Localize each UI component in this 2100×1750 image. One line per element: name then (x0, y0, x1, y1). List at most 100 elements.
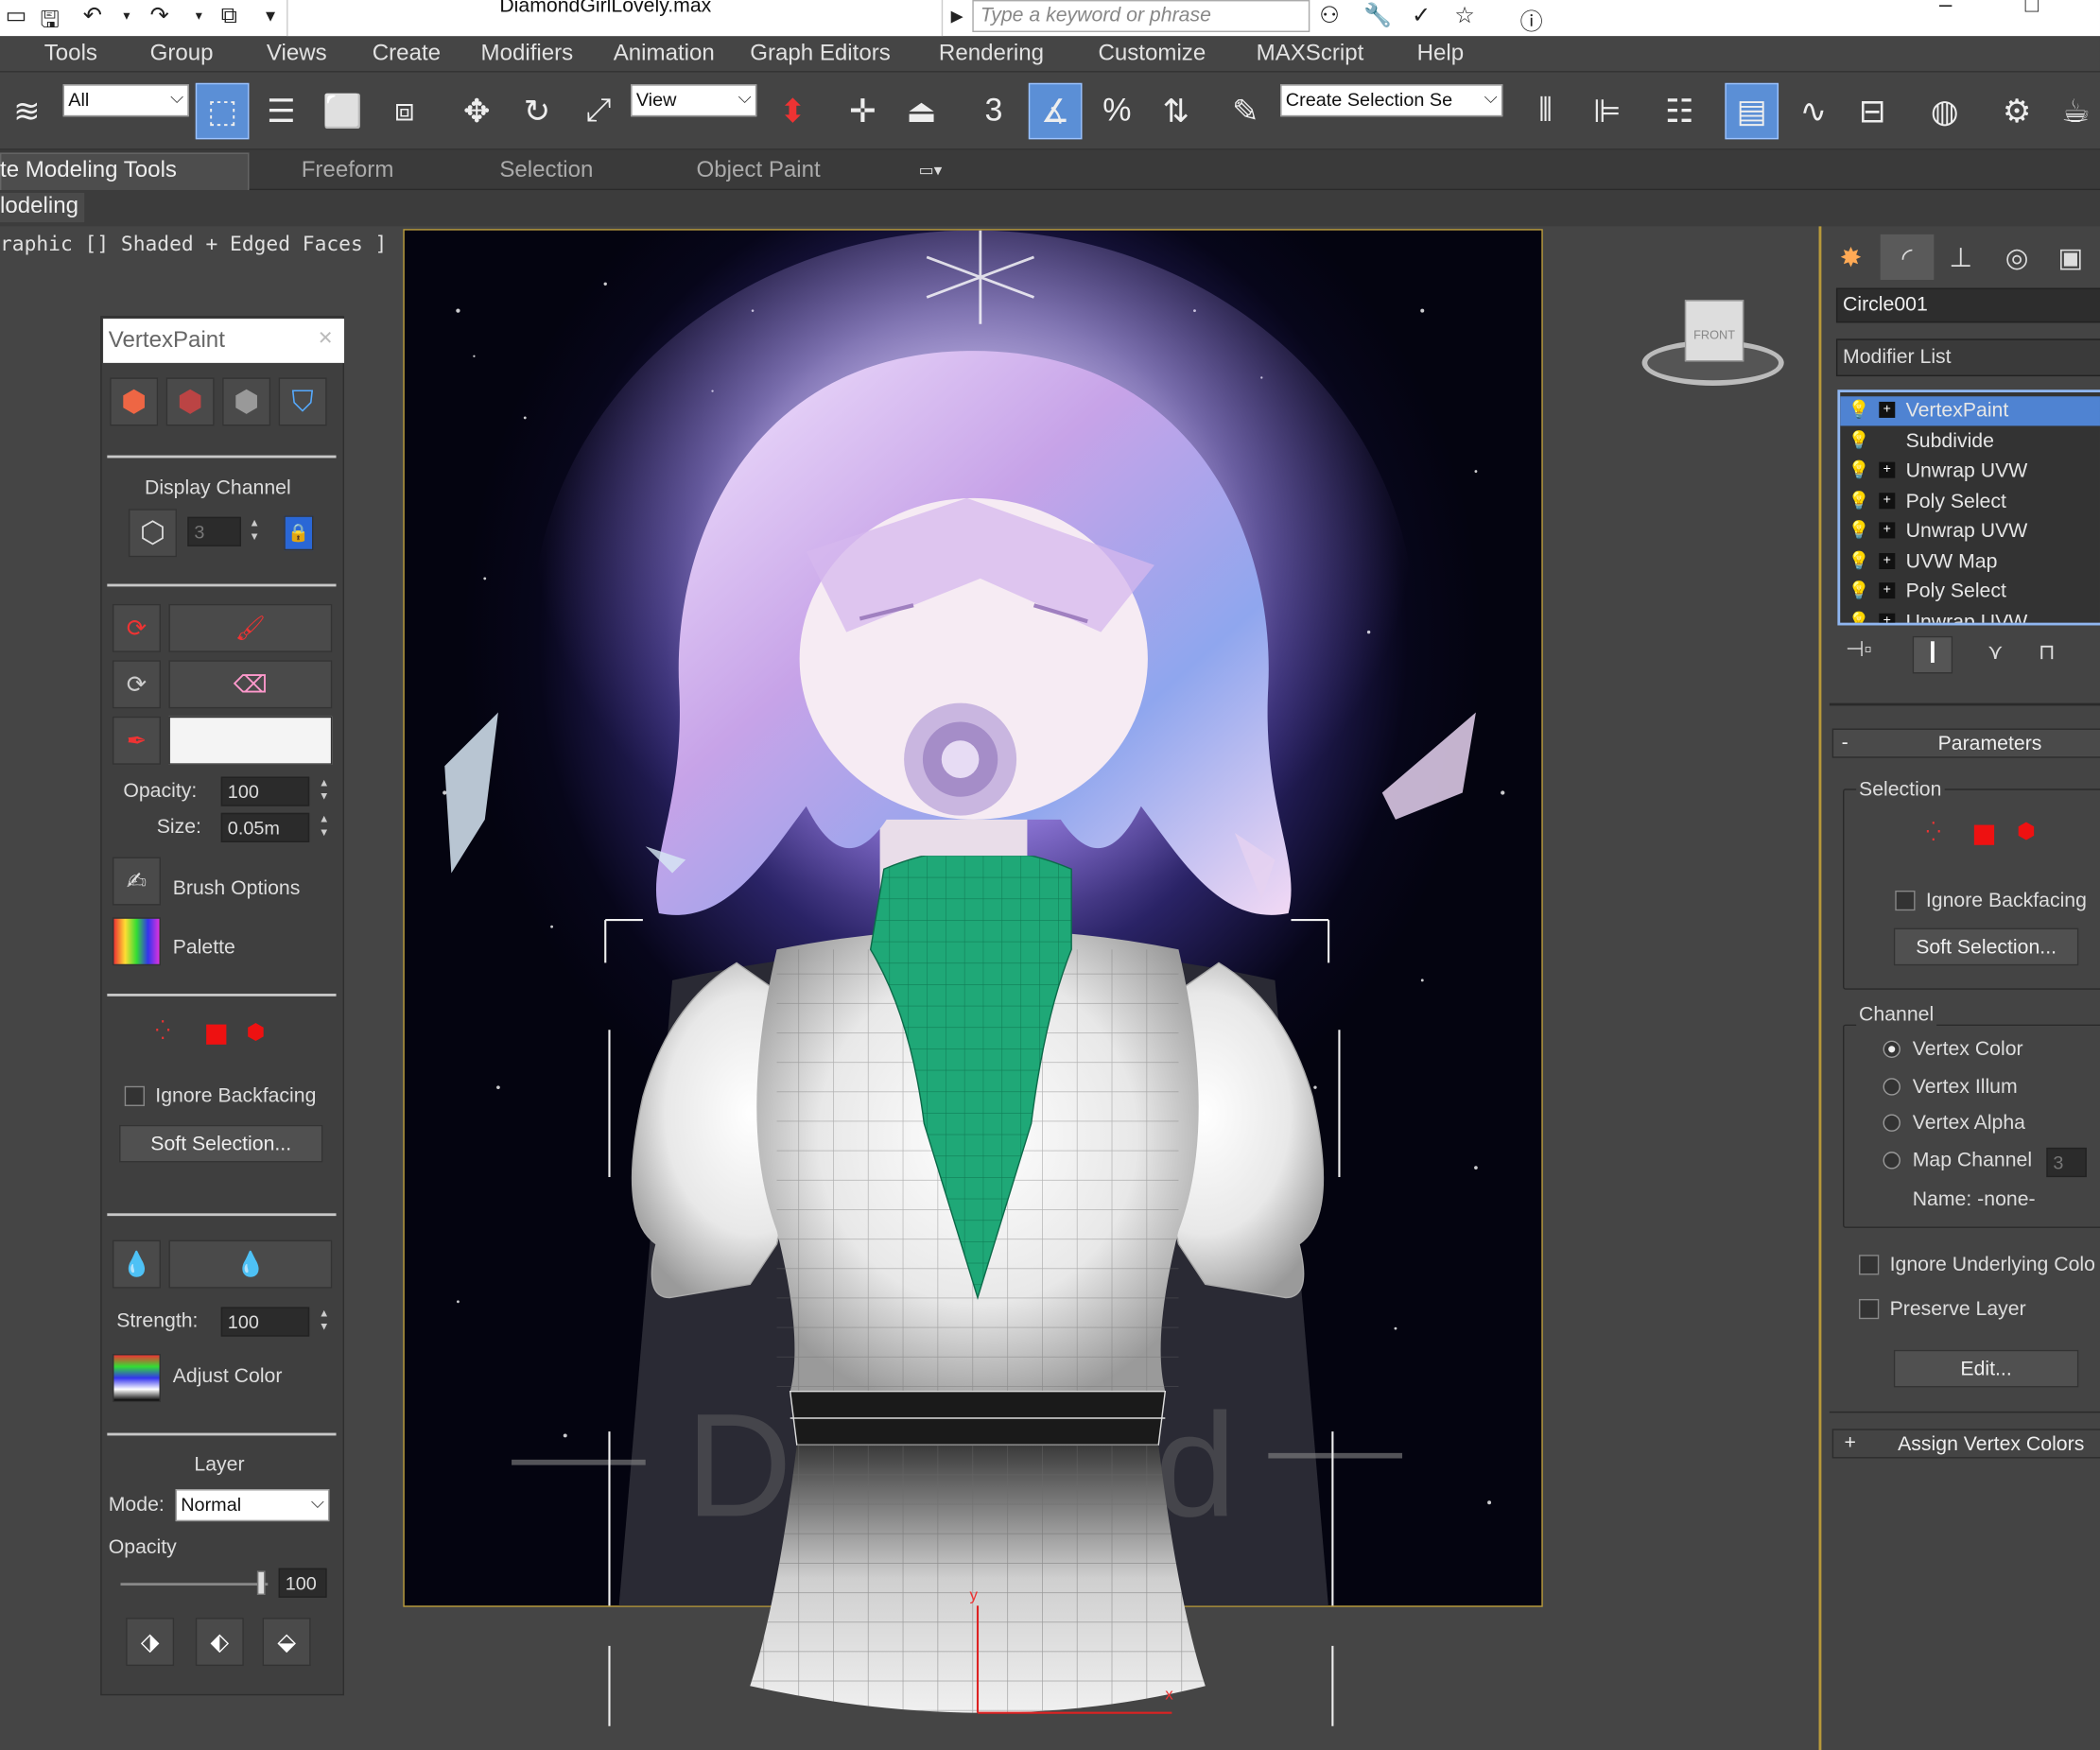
reference-coordinate-dropdown[interactable]: View ⌵ (631, 84, 757, 117)
schematic-view-icon[interactable]: ⊟ (1846, 83, 1900, 139)
rectangle-selection-icon[interactable]: ⬜ (316, 83, 370, 139)
remove-modifier-icon[interactable]: ⊓ (2039, 639, 2056, 666)
named-selection-dropdown[interactable]: Create Selection Se ⌵ (1280, 84, 1503, 117)
menu-animation[interactable]: Animation (614, 40, 715, 66)
element-selection-icon[interactable]: ⬢ (247, 1019, 266, 1046)
bind-space-warp-icon[interactable]: ≋ (0, 83, 54, 139)
shirt-mesh[interactable]: y x (589, 856, 1366, 1740)
display-tab-icon[interactable]: ▣ (2044, 234, 2098, 280)
favorites-icon[interactable]: ☆ (1454, 3, 1475, 29)
viewcube-front-face[interactable]: FRONT (1684, 300, 1744, 362)
select-object-icon[interactable]: ⬚ (195, 82, 250, 140)
brush-options-label[interactable]: Brush Options (173, 877, 301, 900)
soft-selection-button[interactable]: Soft Selection... (119, 1124, 323, 1163)
parameters-rollup-header[interactable]: - Parameters (1831, 728, 2100, 758)
condense-layers-icon[interactable]: ⬙ (262, 1618, 311, 1667)
curve-editor-icon[interactable]: ∿ (1787, 83, 1841, 139)
new-icon[interactable]: ▭ (6, 3, 27, 29)
angle-snap-icon[interactable]: ∡ (1028, 82, 1083, 140)
edit-button[interactable]: Edit... (1893, 1349, 2079, 1388)
modifier-stack-item[interactable]: 💡 + VertexPaint (1840, 396, 2100, 426)
blur-brush-icon[interactable]: 💧 (112, 1239, 161, 1289)
select-manipulate-icon[interactable]: ✛ (836, 83, 890, 139)
viewport-label[interactable]: raphic [] Shaded + Edged Faces ] (0, 232, 387, 255)
viewcube[interactable]: FRONT (1641, 297, 1784, 393)
erase-brush-button[interactable]: ⌫ (168, 660, 333, 709)
undo-icon[interactable]: ↶ (83, 3, 102, 29)
create-tab-icon[interactable]: ✸ (1824, 234, 1878, 280)
communication-icon[interactable]: ✓ (1412, 3, 1431, 29)
ribbon-options-icon[interactable]: ▭▾ (919, 161, 943, 180)
ignore-underlying-color-checkbox[interactable] (1859, 1255, 1880, 1275)
map-channel-spinner[interactable]: 3 (2046, 1147, 2087, 1178)
modifier-stack-item[interactable]: 💡 + UVW Map (1840, 547, 2100, 577)
expand-icon[interactable]: + (1879, 552, 1896, 569)
search-input[interactable]: Type a keyword or phrase (972, 0, 1310, 32)
face-selection-icon[interactable] (1973, 824, 1995, 845)
lightbulb-icon[interactable]: 💡 (1848, 580, 1870, 601)
object-name-field[interactable]: Circle001 (1835, 287, 2100, 323)
expand-icon[interactable]: + (1879, 492, 1896, 509)
tab-selection[interactable]: Selection (499, 157, 593, 183)
minimize-icon[interactable]: – (1939, 0, 1952, 19)
subscription-icon[interactable]: 🔧 (1363, 3, 1392, 29)
search-expand-icon[interactable]: ▶ (951, 7, 963, 26)
make-unique-icon[interactable]: ⋎ (1987, 639, 2004, 666)
paint-color-swatch[interactable] (168, 716, 333, 765)
keyboard-shortcut-override-icon[interactable]: ⏏ (894, 83, 948, 139)
menu-maxscript[interactable]: MAXScript (1257, 40, 1364, 66)
selection-filter-dropdown[interactable]: All ⌵ (62, 84, 189, 117)
tab-freeform[interactable]: Freeform (302, 157, 394, 183)
toggle-texture-display-icon[interactable]: ⛉ (278, 377, 327, 426)
lightbulb-icon[interactable]: 💡 (1848, 549, 1870, 571)
eyedropper-icon[interactable]: ✒ (112, 716, 161, 765)
spinner-arrows-icon[interactable]: ▲ ▼ (316, 1307, 332, 1336)
assign-vertex-colors-rollup[interactable]: + Assign Vertex Colors (1831, 1429, 2100, 1459)
menu-views[interactable]: Views (267, 40, 327, 66)
modifier-list-dropdown[interactable]: Modifier List (1835, 338, 2100, 377)
render-frame-icon[interactable]: ☕ (2049, 83, 2100, 139)
vertex-color-display-unshaded-icon[interactable]: ⬢ (110, 377, 159, 426)
display-channel-spinner[interactable]: 3 (187, 516, 241, 546)
lightbulb-icon[interactable]: 💡 (1848, 490, 1870, 511)
layer-opacity-value[interactable]: 100 (278, 1568, 327, 1598)
select-by-name-icon[interactable]: ☰ (254, 83, 308, 139)
vertexpaint-title[interactable]: VertexPaint ✕ (103, 319, 345, 363)
modifier-stack-item[interactable]: 💡 + Unwrap UVW (1840, 457, 2100, 486)
expand-icon[interactable]: + (1879, 461, 1896, 478)
element-selection-icon[interactable]: ⬢ (2017, 818, 2036, 844)
menu-rendering[interactable]: Rendering (939, 40, 1044, 66)
layer-opacity-slider-track[interactable] (120, 1583, 269, 1586)
render-setup-icon[interactable]: ⚙ (1990, 83, 2044, 139)
motion-tab-icon[interactable]: ◎ (1990, 234, 2044, 280)
lightbulb-icon[interactable]: 💡 (1848, 520, 1870, 542)
palette-icon[interactable] (112, 917, 161, 966)
undo-dropdown-icon[interactable]: ▾ (123, 9, 130, 25)
spinner-arrows-icon[interactable]: ▲ ▼ (316, 813, 332, 842)
redo-dropdown-icon[interactable]: ▾ (196, 9, 202, 25)
strength-spinner[interactable]: 100 (220, 1307, 310, 1337)
vertex-illum-radio[interactable] (1883, 1078, 1900, 1096)
move-icon[interactable]: ✥ (450, 83, 504, 139)
map-channel-radio[interactable] (1883, 1152, 1900, 1170)
menu-modifiers[interactable]: Modifiers (481, 40, 574, 66)
new-layer-icon[interactable]: ⬗ (126, 1618, 175, 1667)
layer-opacity-slider-handle[interactable] (256, 1570, 266, 1595)
opacity-spinner[interactable]: 100 (220, 776, 310, 806)
spinner-arrows-icon[interactable]: ▲ ▼ (247, 517, 263, 546)
menu-help[interactable]: Help (1417, 40, 1465, 66)
lightbulb-icon[interactable]: 💡 (1848, 399, 1870, 421)
help-icon[interactable]: ⓘ (1520, 3, 1543, 36)
vertex-selection-icon[interactable]: ⁛ (1926, 821, 1941, 843)
size-spinner[interactable]: 0.05m (220, 812, 310, 842)
expand-icon[interactable]: + (1879, 522, 1896, 539)
modifier-stack[interactable]: 💡 + VertexPaint 💡 Subdivide 💡 + Unwrap UVW 💡 + Pol… (1837, 390, 2100, 626)
erase-all-icon[interactable]: ⟳ (112, 660, 161, 709)
modifier-stack-item[interactable]: 💡 Subdivide (1840, 426, 2100, 456)
adjust-color-label[interactable]: Adjust Color (173, 1364, 283, 1387)
vertex-color-radio[interactable] (1883, 1040, 1900, 1058)
pivot-center-icon[interactable]: ⬍ (766, 83, 820, 139)
tab-modeling-tools[interactable]: te Modeling Tools (0, 157, 177, 183)
lightbulb-icon[interactable]: 💡 (1848, 429, 1870, 451)
pin-stack-icon[interactable]: ⊣▫ (1846, 636, 1872, 663)
